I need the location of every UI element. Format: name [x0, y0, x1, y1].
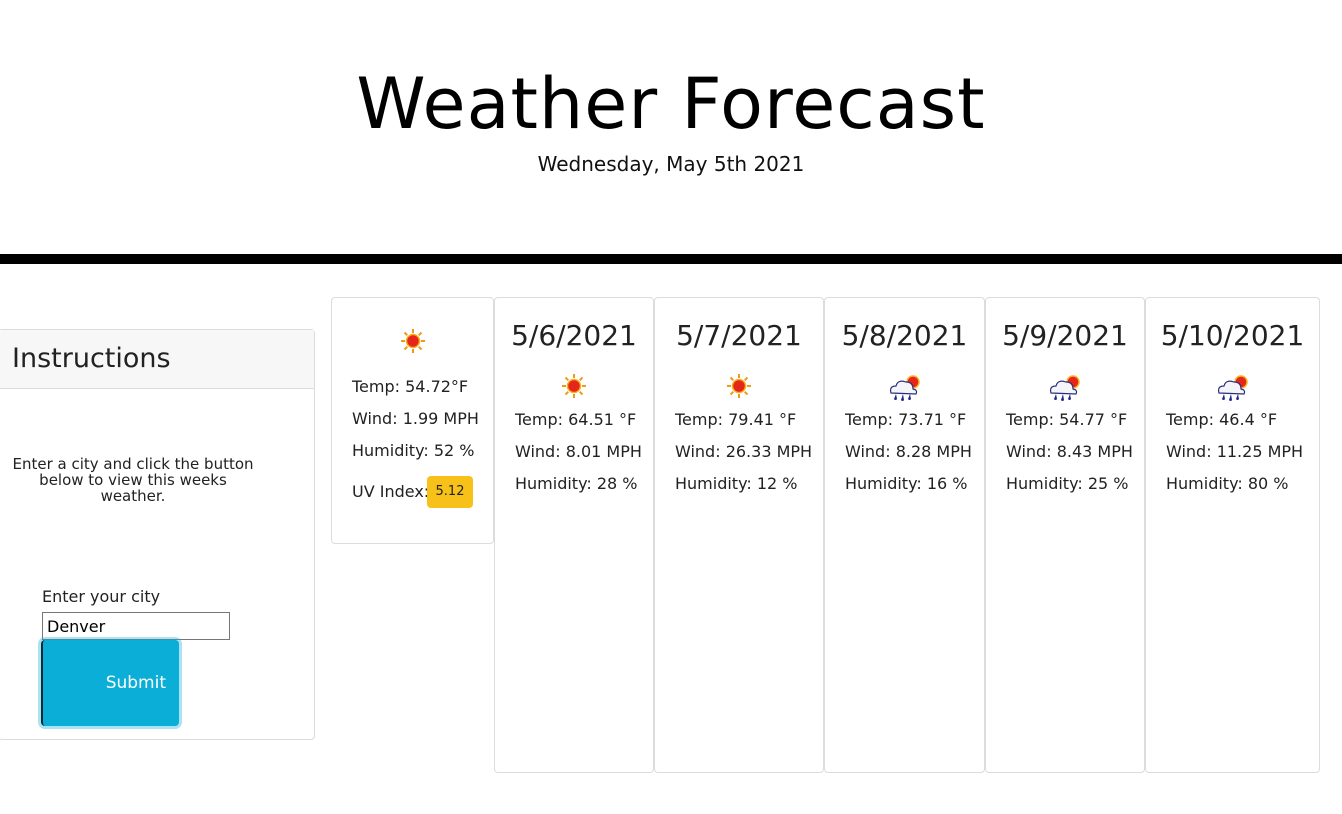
sun-icon — [562, 374, 586, 398]
forecast-wind: Wind: 26.33 MPH — [675, 442, 813, 461]
forecast-date: 5/8/2021 — [841, 319, 968, 352]
forecast-humidity: Humidity: 12 % — [675, 474, 798, 493]
forecast-icon-wrap — [495, 373, 653, 403]
forecast-wind: Wind: 8.43 MPH — [1006, 442, 1133, 461]
page-header: Weather Forecast Wednesday, May 5th 2021 — [0, 0, 1342, 254]
forecast-card: 5/7/2021 Temp: 79.41 °F Wind: 26.33 MPH … — [654, 297, 824, 773]
instructions-card: Instructions Enter a city and click the … — [0, 329, 315, 740]
rain-cloud-sun-icon — [1217, 375, 1248, 402]
instructions-heading: Instructions — [0, 330, 314, 389]
forecast-humidity: Humidity: 25 % — [1006, 474, 1129, 493]
forecast-wind: Wind: 11.25 MPH — [1166, 442, 1304, 461]
forecast-date: 5/10/2021 — [1160, 319, 1305, 352]
uv-index-badge: 5.12 — [427, 476, 473, 508]
uv-index-label: UV Index: — [352, 482, 430, 501]
forecast-card: 5/10/2021 Temp: 46.4 °F Wind: 11.25 MPH … — [1145, 297, 1320, 773]
forecast-temp: Temp: 64.51 °F — [515, 410, 637, 429]
forecast-icon-wrap — [1146, 373, 1319, 407]
forecast-temp: Temp: 54.77 °F — [1006, 410, 1128, 429]
forecast-date: 5/9/2021 — [1002, 319, 1128, 352]
sun-icon — [400, 329, 425, 353]
forecast-humidity: Humidity: 28 % — [515, 474, 638, 493]
forecast-humidity: Humidity: 16 % — [845, 474, 968, 493]
current-temp: Temp: 54.72°F — [352, 377, 469, 396]
submit-button[interactable]: Submit — [41, 640, 179, 726]
instructions-text: Enter a city and click the button below … — [12, 455, 254, 505]
header-divider — [0, 254, 1342, 264]
forecast-wind: Wind: 8.28 MPH — [845, 442, 972, 461]
forecast-date: 5/6/2021 — [511, 319, 637, 352]
forecast-card: 5/6/2021 Temp: 64.51 °F Wind: 8.01 MPH H… — [494, 297, 654, 773]
current-wind: Wind: 1.99 MPH — [352, 409, 479, 428]
city-label: Enter your city — [42, 587, 161, 606]
forecast-date: 5/7/2021 — [676, 319, 802, 352]
forecast-icon-wrap — [655, 373, 823, 403]
forecast-icon-wrap — [986, 373, 1144, 407]
forecast-icon-wrap — [825, 373, 984, 407]
current-date: Wednesday, May 5th 2021 — [537, 152, 805, 176]
rain-cloud-sun-icon — [1049, 375, 1080, 402]
current-icon-wrap — [332, 328, 493, 358]
page-title: Weather Forecast — [356, 63, 986, 145]
forecast-temp: Temp: 79.41 °F — [675, 410, 797, 429]
rain-cloud-sun-icon — [889, 375, 920, 402]
forecast-card: 5/9/2021 Temp: 54.77 °F Wind: 8.43 MPH H… — [985, 297, 1145, 773]
forecast-card: 5/8/2021 Temp: 73.71 °F Wind: 8.28 MPH H… — [824, 297, 985, 773]
current-humidity: Humidity: 52 % — [352, 441, 475, 460]
current-weather-card: Temp: 54.72°F Wind: 1.99 MPH Humidity: 5… — [331, 297, 494, 544]
sun-icon — [727, 374, 751, 398]
forecast-wind: Wind: 8.01 MPH — [515, 442, 642, 461]
forecast-temp: Temp: 73.71 °F — [845, 410, 967, 429]
forecast-humidity: Humidity: 80 % — [1166, 474, 1289, 493]
forecast-temp: Temp: 46.4 °F — [1166, 410, 1278, 429]
city-input[interactable] — [42, 612, 230, 640]
